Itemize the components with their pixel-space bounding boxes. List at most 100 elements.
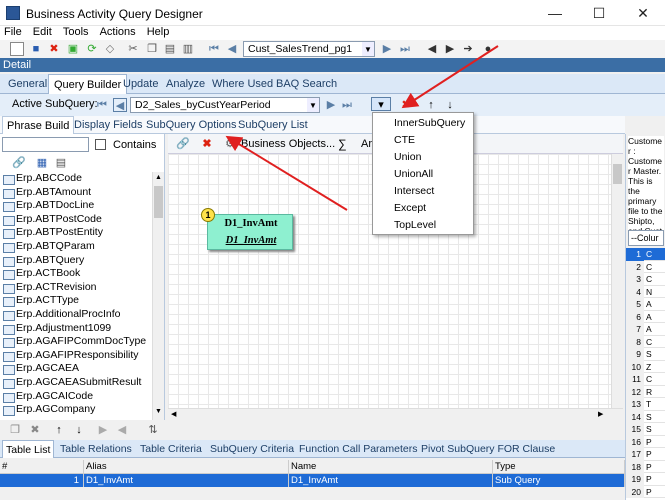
tab-table-relations[interactable]: Table Relations: [57, 440, 135, 458]
column-list-row[interactable]: 7A: [626, 323, 665, 336]
tab-query-builder[interactable]: Query Builder: [48, 74, 128, 94]
table-list-item[interactable]: Erp.ABTPostCode: [0, 213, 152, 227]
column-list-row[interactable]: 9S: [626, 348, 665, 361]
column-list-row[interactable]: 17 P: [626, 448, 665, 461]
first-record-icon[interactable]: ⏮: [207, 42, 221, 56]
tab-subquery-list[interactable]: SubQuery List: [234, 116, 312, 134]
maximize-button[interactable]: ☐: [577, 0, 621, 26]
column-list-row[interactable]: 6A: [626, 310, 665, 323]
column-combo[interactable]: --Colur: [628, 230, 664, 246]
col-number[interactable]: #: [0, 460, 84, 474]
menu-help[interactable]: Help: [143, 26, 174, 38]
delete-icon[interactable]: ✖: [200, 137, 214, 151]
column-list-row[interactable]: 11 C: [626, 373, 665, 386]
prev-icon[interactable]: ◀: [115, 423, 129, 437]
col-type[interactable]: Type: [493, 460, 625, 474]
menu-edit[interactable]: Edit: [29, 26, 56, 38]
paste-special-icon[interactable]: ▥: [181, 42, 195, 56]
tab-display-fields[interactable]: Display Fields: [70, 116, 146, 134]
col-name[interactable]: Name: [289, 460, 493, 474]
stop-icon[interactable]: ●: [481, 42, 495, 56]
table-list-item[interactable]: Erp.ACTType: [0, 294, 152, 308]
tab-phrase-build[interactable]: Phrase Build: [2, 116, 75, 134]
save-icon[interactable]: ■: [29, 42, 43, 56]
business-objects-icon[interactable]: ⚙: [223, 137, 237, 151]
table-list-item[interactable]: Erp.ABTAmount: [0, 186, 152, 200]
column-list-row[interactable]: 16 P: [626, 435, 665, 448]
column-list-row[interactable]: 10 Z: [626, 360, 665, 373]
table-row[interactable]: 1 D1_InvAmt D1_InvAmt Sub Query: [0, 474, 625, 487]
copy-icon[interactable]: ▣: [66, 42, 80, 56]
table-list-item[interactable]: Erp.ABTQParam: [0, 240, 152, 254]
tab-where-used[interactable]: Where Used: [207, 74, 278, 94]
scroll-thumb[interactable]: [613, 164, 622, 184]
table-list-item[interactable]: Erp.ABTDocLine: [0, 199, 152, 213]
tab-general[interactable]: General: [3, 74, 52, 94]
move-up-icon[interactable]: ↑: [424, 98, 438, 112]
next-record-icon[interactable]: ▶: [380, 42, 394, 56]
next-subquery-icon[interactable]: ▶: [324, 98, 338, 112]
table-list-item[interactable]: Erp.AGCAICode: [0, 390, 152, 404]
ar-button[interactable]: Ar: [361, 138, 372, 150]
menu-item-innersubquery[interactable]: InnerSubQuery: [373, 115, 473, 132]
new-subquery-button[interactable]: ▾: [371, 97, 391, 111]
move-up-icon[interactable]: ↑: [52, 423, 66, 437]
sigma-button[interactable]: ∑: [338, 137, 347, 151]
query-combo[interactable]: Cust_SalesTrend_pg1 ▼: [243, 41, 375, 57]
table-list-item[interactable]: Erp.AGCompany: [0, 403, 152, 417]
menu-item-cte[interactable]: CTE: [373, 132, 473, 149]
tab-analyze[interactable]: Analyze: [161, 74, 210, 94]
table-list-item[interactable]: Erp.AGAFIPResponsibility: [0, 349, 152, 363]
table-list-item[interactable]: Erp.ABTQuery: [0, 254, 152, 268]
column-list-row[interactable]: 8C: [626, 335, 665, 348]
tab-baq-search[interactable]: BAQ Search: [271, 74, 342, 94]
table-list-item[interactable]: Erp.AGCAEA: [0, 362, 152, 376]
column-list-row[interactable]: 18 P: [626, 460, 665, 473]
prev-record-icon[interactable]: ◀: [225, 42, 239, 56]
print-icon[interactable]: ▤: [54, 156, 68, 170]
scroll-left-icon[interactable]: ◀: [171, 410, 176, 418]
copy2-icon[interactable]: ❐: [145, 42, 159, 56]
new-icon[interactable]: ❐: [8, 423, 22, 437]
menu-item-union[interactable]: Union: [373, 149, 473, 166]
table-list-item[interactable]: Erp.AGAFIPCommDocType: [0, 335, 152, 349]
table-list-item[interactable]: Erp.ABCCode: [0, 172, 152, 186]
menu-actions[interactable]: Actions: [96, 26, 140, 38]
last-subquery-icon[interactable]: ⏭: [340, 98, 354, 112]
delete-icon[interactable]: ✖: [28, 423, 42, 437]
tab-function-call-parameters[interactable]: Function Call Parameters: [296, 440, 420, 458]
canvas-vscroll[interactable]: [611, 154, 623, 408]
clear-icon[interactable]: ◇: [103, 42, 117, 56]
next-icon[interactable]: ▶: [96, 423, 110, 437]
forward-icon[interactable]: ▶: [443, 42, 457, 56]
table-list-item[interactable]: Erp.ACTRevision: [0, 281, 152, 295]
tab-subquery-criteria[interactable]: SubQuery Criteria: [207, 440, 297, 458]
last-record-icon[interactable]: ⏭: [398, 42, 412, 56]
menu-item-unionall[interactable]: UnionAll: [373, 166, 473, 183]
prev-subquery-icon[interactable]: ◀: [113, 98, 127, 112]
move-down-icon[interactable]: ↓: [443, 98, 457, 112]
col-alias[interactable]: Alias: [84, 460, 289, 474]
table-list-scrollbar[interactable]: ▲ ▼: [152, 172, 164, 420]
column-list-row[interactable]: 2C: [626, 260, 665, 273]
tab-table-criteria[interactable]: Table Criteria: [137, 440, 205, 458]
column-list-row[interactable]: 13 T: [626, 398, 665, 411]
grid-icon[interactable]: ▦: [35, 156, 49, 170]
column-list-row[interactable]: 12 R: [626, 385, 665, 398]
contains-checkbox[interactable]: [95, 139, 106, 150]
cut-icon[interactable]: ✂: [126, 42, 140, 56]
menu-tools[interactable]: Tools: [59, 26, 93, 38]
subquery-node[interactable]: D1_InvAmt D1_InvAmt: [207, 214, 293, 250]
link-icon[interactable]: 🔗: [12, 156, 26, 170]
column-list-row[interactable]: 3C: [626, 273, 665, 286]
tab-pivot-subquery[interactable]: Pivot SubQuery FOR Clause: [418, 440, 558, 458]
table-list-item[interactable]: Erp.ACTBook: [0, 267, 152, 281]
column-list-row[interactable]: 14 S: [626, 410, 665, 423]
column-list-row[interactable]: 20 P: [626, 485, 665, 498]
sort-icon[interactable]: ⇅: [146, 423, 160, 437]
close-button[interactable]: ✕: [621, 0, 665, 26]
canvas-hscroll[interactable]: ◀ ▶: [168, 408, 623, 420]
tab-table-list[interactable]: Table List: [2, 440, 55, 458]
column-list-row[interactable]: 1C: [626, 248, 665, 261]
scroll-right-icon[interactable]: ▶: [598, 410, 603, 418]
